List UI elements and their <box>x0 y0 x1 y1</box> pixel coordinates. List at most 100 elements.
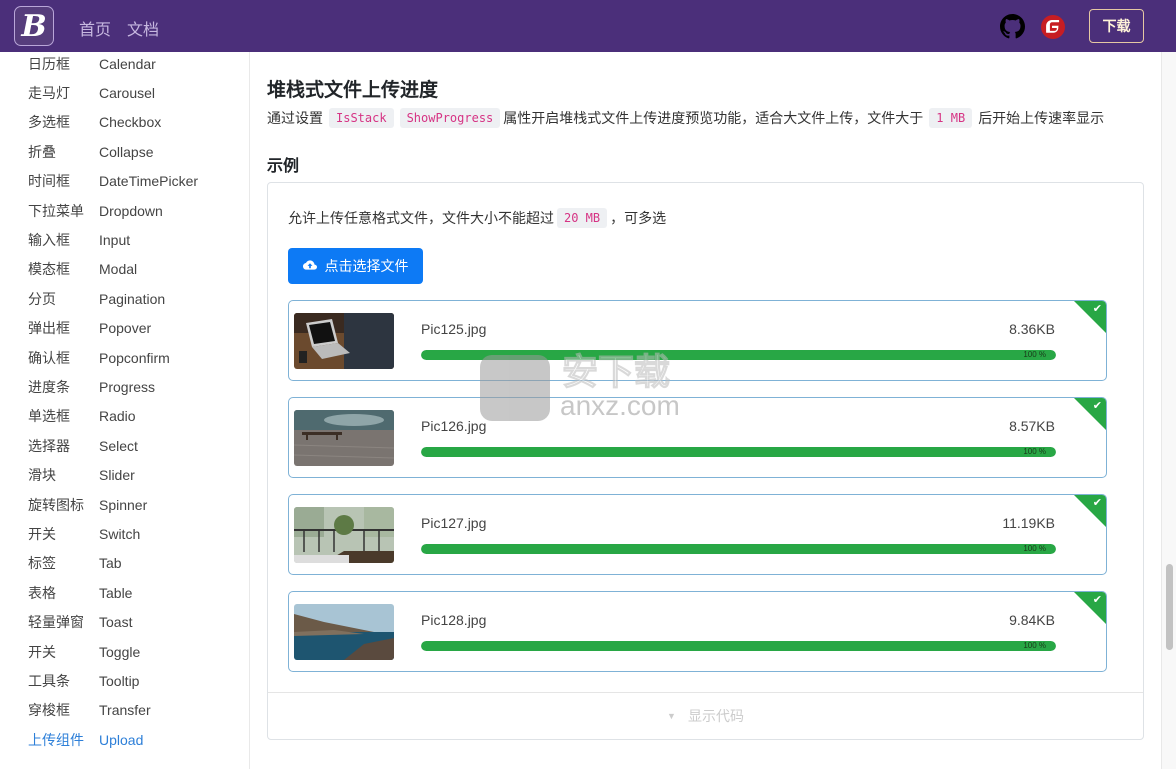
nav-home[interactable]: 首页 <box>79 16 111 40</box>
sidebar-item-tab[interactable]: 标签 Tab <box>0 549 249 578</box>
check-icon: ✔ <box>1092 594 1102 606</box>
check-icon: ✔ <box>1092 497 1102 509</box>
sidebar-item-collapse[interactable]: 折叠 Collapse <box>0 137 249 166</box>
gitee-icon[interactable] <box>1041 15 1065 39</box>
sidebar-item-spinner[interactable]: 旋转图标 Spinner <box>0 490 249 519</box>
sidebar-item-transfer[interactable]: 穿梭框 Transfer <box>0 696 249 725</box>
sidebar-item-zh-label: 输入框 <box>28 231 70 248</box>
file-size: 9.84KB <box>1009 612 1055 628</box>
sidebar-item-en-label: Carousel <box>99 84 156 101</box>
file-item[interactable]: Pic128.jpg 9.84KB 100 % ✔ <box>288 591 1107 672</box>
sidebar-item-carousel[interactable]: 走马灯 Carousel <box>0 78 249 107</box>
hint-text: ，可多选 <box>610 210 667 226</box>
sidebar: 日历框 Calendar 走马灯 Carousel 多选框 Checkbox 折叠 Colla… <box>0 52 250 769</box>
code-isstack: IsStack <box>329 108 394 128</box>
file-thumbnail <box>294 604 394 660</box>
sidebar-item-en-label: Popconfirm <box>99 349 170 366</box>
download-button[interactable]: 下载 <box>1089 9 1144 43</box>
sidebar-item-dropdown[interactable]: 下拉菜单 Dropdown <box>0 196 249 225</box>
check-icon: ✔ <box>1092 303 1102 315</box>
main-content: 堆栈式文件上传进度 通过设置 IsStack ShowProgress 属性开启… <box>251 52 1161 769</box>
sidebar-item-toast[interactable]: 轻量弹窗 Toast <box>0 608 249 637</box>
code-showprogress: ShowProgress <box>399 108 501 128</box>
sidebar-item-zh-label: 上传组件 <box>28 731 84 748</box>
sidebar-item-en-label: Calendar <box>99 55 156 72</box>
sidebar-item-radio[interactable]: 单选框 Radio <box>0 402 249 431</box>
sidebar-item-zh-label: 下拉菜单 <box>28 202 84 219</box>
hint-text: 允许上传任意格式文件，文件大小不能超过 <box>288 210 554 226</box>
sidebar-item-en-label: Slider <box>99 467 135 484</box>
sidebar-item-checkbox[interactable]: 多选框 Checkbox <box>0 108 249 137</box>
sidebar-item-en-label: Transfer <box>99 702 151 719</box>
code-20mb: 20 MB <box>557 208 608 228</box>
sidebar-item-zh-label: 模态框 <box>28 261 70 278</box>
file-item[interactable]: Pic127.jpg 11.19KB 100 % ✔ <box>288 494 1107 575</box>
sidebar-item-tooltip[interactable]: 工具条 Tooltip <box>0 666 249 695</box>
sidebar-item-zh-label: 滑块 <box>28 467 56 484</box>
sidebar-item-zh-label: 时间框 <box>28 173 70 190</box>
sidebar-item-datetimepicker[interactable]: 时间框 DateTimePicker <box>0 167 249 196</box>
sidebar-item-calendar[interactable]: 日历框 Calendar <box>0 52 249 78</box>
sidebar-item-en-label: Collapse <box>99 143 154 160</box>
file-name: Pic128.jpg <box>421 612 487 628</box>
progress-label: 100 % <box>1023 350 1046 359</box>
upload-progress-bar: 100 % <box>421 447 1056 457</box>
cloud-upload-icon <box>302 260 317 270</box>
show-code-toggle[interactable]: ▼ 显示代码 <box>268 692 1143 739</box>
sidebar-item-zh-label: 标签 <box>28 555 56 572</box>
file-name: Pic127.jpg <box>421 515 487 531</box>
check-icon: ✔ <box>1092 400 1102 412</box>
nav-docs[interactable]: 文档 <box>127 16 159 40</box>
example-heading: 示例 <box>267 158 300 175</box>
sidebar-item-input[interactable]: 输入框 Input <box>0 225 249 254</box>
sidebar-item-progress[interactable]: 进度条 Progress <box>0 372 249 401</box>
file-thumbnail <box>294 313 394 369</box>
upload-progress: 100 % <box>421 447 1056 457</box>
sidebar-item-zh-label: 日历框 <box>28 55 70 72</box>
sidebar-item-zh-label: 穿梭框 <box>28 702 70 719</box>
section-description: 通过设置 IsStack ShowProgress 属性开启堆栈式文件上传进度预… <box>267 108 1104 128</box>
sidebar-item-toggle[interactable]: 开关 Toggle <box>0 637 249 666</box>
upload-progress: 100 % <box>421 641 1056 651</box>
sidebar-item-en-label: Tab <box>99 555 122 572</box>
logo-letter: B <box>21 8 47 44</box>
caret-down-icon: ▼ <box>667 711 676 721</box>
sidebar-item-zh-label: 开关 <box>28 643 56 660</box>
file-name: Pic125.jpg <box>421 321 487 337</box>
file-item[interactable]: Pic125.jpg 8.36KB 100 % ✔ <box>288 300 1107 381</box>
file-name: Pic126.jpg <box>421 418 487 434</box>
sidebar-item-switch[interactable]: 开关 Switch <box>0 519 249 548</box>
sidebar-item-select[interactable]: 选择器 Select <box>0 431 249 460</box>
sidebar-item-en-label: Checkbox <box>99 114 162 131</box>
page-scrollbar[interactable] <box>1161 52 1176 769</box>
sidebar-item-upload[interactable]: 上传组件 Upload <box>0 725 249 754</box>
sidebar-item-modal[interactable]: 模态框 Modal <box>0 255 249 284</box>
file-size: 8.36KB <box>1009 321 1055 337</box>
sidebar-item-table[interactable]: 表格 Table <box>0 578 249 607</box>
sidebar-item-zh-label: 旋转图标 <box>28 496 84 513</box>
sidebar-item-zh-label: 轻量弹窗 <box>28 614 84 631</box>
sidebar-item-popconfirm[interactable]: 确认框 Popconfirm <box>0 343 249 372</box>
code-1mb: 1 MB <box>929 108 973 128</box>
upload-progress: 100 % <box>421 350 1056 360</box>
progress-label: 100 % <box>1023 447 1046 456</box>
sidebar-item-zh-label: 弹出框 <box>28 320 70 337</box>
github-icon[interactable] <box>1000 14 1025 39</box>
sidebar-item-slider[interactable]: 滑块 Slider <box>0 461 249 490</box>
progress-label: 100 % <box>1023 641 1046 650</box>
sidebar-item-popover[interactable]: 弹出框 Popover <box>0 314 249 343</box>
upload-hint: 允许上传任意格式文件，文件大小不能超过 20 MB ，可多选 <box>288 208 666 228</box>
scrollbar-thumb[interactable] <box>1166 564 1173 650</box>
upload-progress-bar: 100 % <box>421 350 1056 360</box>
sidebar-item-en-label: DateTimePicker <box>99 173 199 190</box>
file-item[interactable]: Pic126.jpg 8.57KB 100 % ✔ <box>288 397 1107 478</box>
sidebar-item-pagination[interactable]: 分页 Pagination <box>0 284 249 313</box>
top-navbar: B 首页 文档 下载 <box>0 0 1176 52</box>
sidebar-item-zh-label: 走马灯 <box>28 84 70 101</box>
sidebar-item-en-label: Toggle <box>99 643 141 660</box>
brand-logo[interactable]: B <box>14 6 54 46</box>
desc-text: 通过设置 <box>267 110 323 126</box>
select-file-button[interactable]: 点击选择文件 <box>288 248 423 284</box>
sidebar-item-zh-label: 折叠 <box>28 143 56 160</box>
sidebar-item-zh-label: 开关 <box>28 525 56 542</box>
